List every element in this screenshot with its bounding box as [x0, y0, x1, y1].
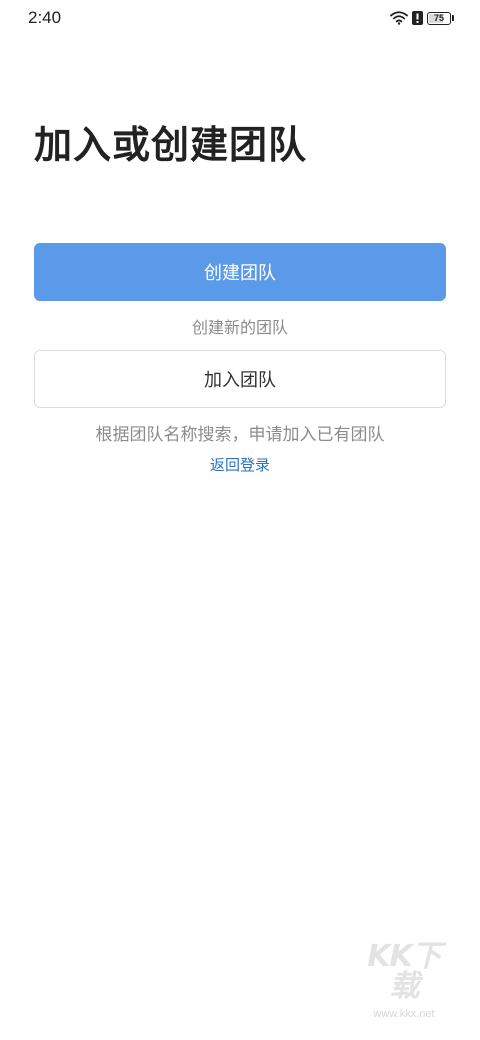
- create-team-hint: 创建新的团队: [191, 318, 288, 337]
- status-bar: 2:40 75: [0, 0, 480, 36]
- battery-level: 75: [433, 12, 444, 23]
- join-team-button[interactable]: 加入团队: [34, 350, 446, 408]
- watermark: KK下载 www.kkx.net: [354, 939, 454, 1021]
- battery-icon: 75: [427, 11, 451, 25]
- back-to-login-link[interactable]: 返回登录: [0, 454, 480, 475]
- create-team-button[interactable]: 创建团队: [34, 243, 446, 301]
- watermark-url: www.kkx.net: [373, 1008, 435, 1020]
- watermark-logo: KK下载: [367, 939, 442, 1004]
- alert-icon: [412, 11, 423, 25]
- page-title: 加入或创建团队: [34, 123, 308, 167]
- wifi-icon: [390, 11, 408, 25]
- screen: 2:40 75 加入或创建团队 创建团队 创建新的团队 加入团队 根据团队名称搜…: [0, 0, 480, 1040]
- status-icons: 75: [390, 9, 454, 27]
- join-team-hint: 根据团队名称搜索，申请加入已有团队: [95, 425, 385, 445]
- status-time: 2:40: [28, 8, 62, 27]
- battery-tip: [452, 15, 454, 21]
